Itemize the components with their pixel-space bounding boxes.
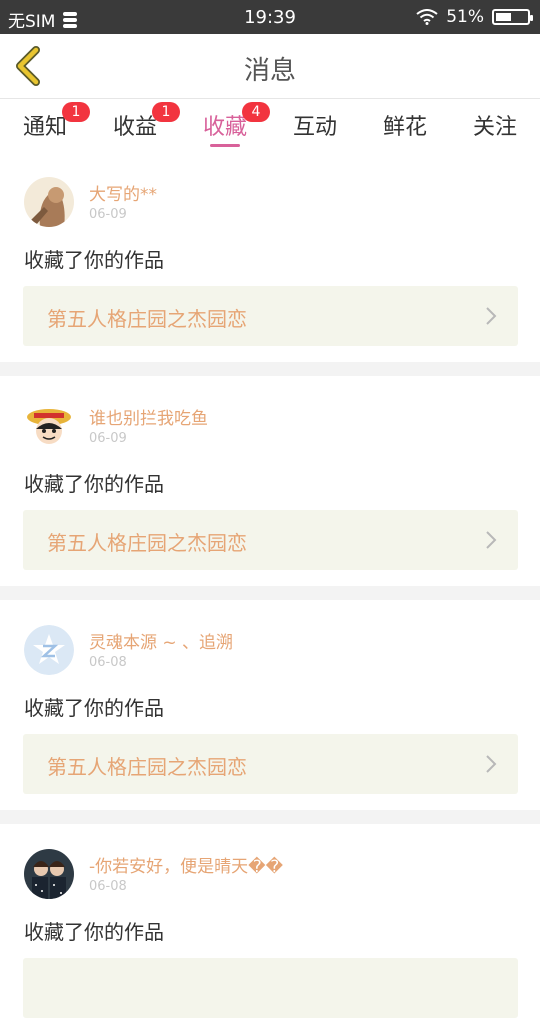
status-right: 51%: [416, 7, 533, 27]
tab-earnings[interactable]: 收益 1: [100, 102, 180, 141]
active-tab-indicator: [210, 144, 240, 147]
tab-label: 关注: [472, 115, 517, 140]
username[interactable]: 大写的**: [89, 180, 157, 205]
message-date: 06-08: [89, 655, 127, 670]
avatar[interactable]: [24, 625, 74, 675]
work-link[interactable]: 第五人格庄园之杰园恋: [23, 286, 518, 346]
work-title: 第五人格庄园之杰园恋: [47, 531, 247, 555]
battery-icon: [492, 9, 533, 25]
avatar[interactable]: [24, 849, 74, 899]
message-date: 06-08: [89, 879, 127, 894]
tab-follows[interactable]: 关注: [460, 109, 530, 141]
message-text: 收藏了你的作品: [24, 696, 164, 720]
battery-level: [496, 13, 512, 21]
message-tabs: 通知 1 收益 1 收藏 4 互动 鲜花 关注: [0, 99, 540, 151]
divider: [0, 586, 540, 600]
unread-badge: 1: [152, 102, 180, 122]
tab-flowers[interactable]: 鲜花: [370, 109, 440, 141]
tab-label: 收藏: [202, 115, 247, 140]
work-title: 第五人格庄园之杰园恋: [47, 755, 247, 779]
message-card: 大写的** 06-09 收藏了你的作品 第五人格庄园之杰园恋: [0, 152, 540, 362]
message-text: 收藏了你的作品: [24, 248, 164, 272]
username[interactable]: 谁也别拦我吃鱼: [89, 404, 208, 429]
message-card: 灵魂本源 ~ 、追溯 06-08 收藏了你的作品 第五人格庄园之杰园恋: [0, 600, 540, 810]
chevron-right-icon: [486, 755, 497, 773]
message-text: 收藏了你的作品: [24, 920, 164, 944]
tab-label: 互动: [292, 115, 337, 140]
divider: [0, 362, 540, 376]
avatar[interactable]: [24, 401, 74, 451]
message-card: 谁也别拦我吃鱼 06-09 收藏了你的作品 第五人格庄园之杰园恋: [0, 376, 540, 586]
message-date: 06-09: [89, 431, 127, 446]
top-nav-bar: 消息: [0, 34, 540, 99]
tab-label: 通知: [22, 115, 67, 140]
tab-favorites[interactable]: 收藏 4: [190, 102, 270, 141]
message-card: -你若安好，便是晴天�� 06-08 收藏了你的作品: [0, 824, 540, 1034]
avatar[interactable]: [24, 177, 74, 227]
username[interactable]: -你若安好，便是晴天��: [89, 852, 283, 877]
status-bar: 无SIM 19:39 51%: [0, 0, 540, 34]
battery-percent: 51%: [446, 7, 484, 27]
message-text: 收藏了你的作品: [24, 472, 164, 496]
work-link[interactable]: [23, 958, 518, 1018]
chevron-right-icon: [486, 307, 497, 325]
tab-interactions[interactable]: 互动: [280, 109, 350, 141]
work-link[interactable]: 第五人格庄园之杰园恋: [23, 734, 518, 794]
message-date: 06-09: [89, 207, 127, 222]
tab-notifications[interactable]: 通知 1: [10, 102, 90, 141]
work-link[interactable]: 第五人格庄园之杰园恋: [23, 510, 518, 570]
username[interactable]: 灵魂本源 ~ 、追溯: [89, 628, 233, 653]
tab-label: 收益: [112, 115, 157, 140]
work-title: 第五人格庄园之杰园恋: [47, 307, 247, 331]
tab-label: 鲜花: [382, 115, 427, 140]
divider: [0, 810, 540, 824]
wifi-icon: [416, 9, 438, 25]
unread-badge: 4: [242, 102, 270, 122]
chevron-right-icon: [486, 531, 497, 549]
unread-badge: 1: [62, 102, 90, 122]
message-list: 大写的** 06-09 收藏了你的作品 第五人格庄园之杰园恋 谁也别拦我吃鱼 0…: [0, 152, 540, 1034]
page-title: 消息: [243, 56, 296, 86]
